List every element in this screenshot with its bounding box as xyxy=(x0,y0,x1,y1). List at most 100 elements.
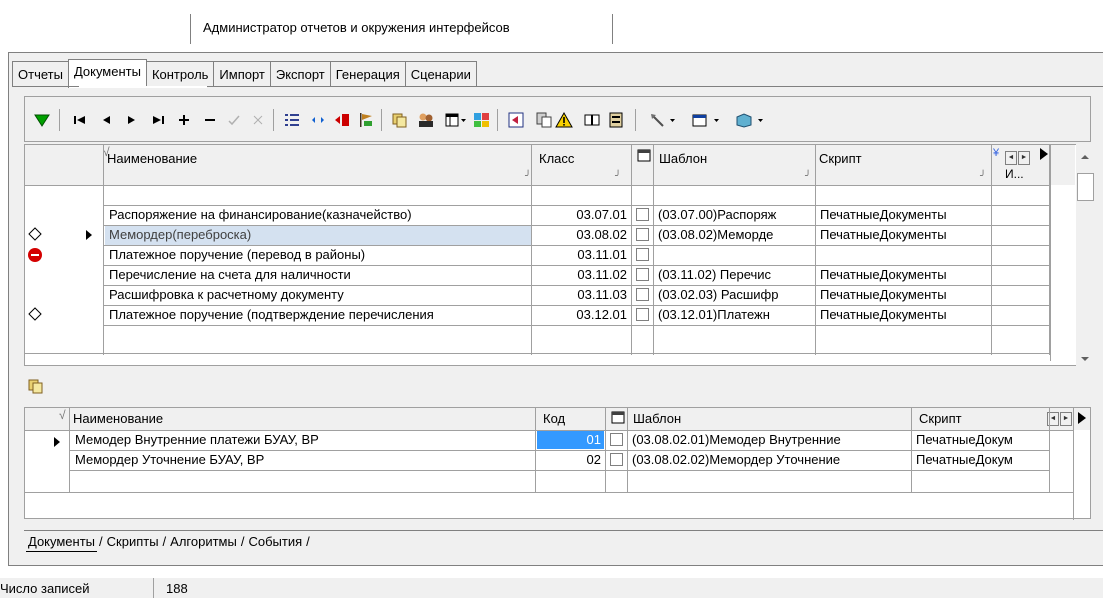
cell-code[interactable]: 01 xyxy=(536,430,605,450)
row-checkbox[interactable] xyxy=(610,433,623,446)
status-divider xyxy=(153,578,154,598)
sort-mark-icon: ╯ xyxy=(805,171,812,182)
row-checkbox[interactable] xyxy=(636,248,649,261)
colors-icon[interactable] xyxy=(471,109,493,131)
import-icon[interactable] xyxy=(505,109,527,131)
cell-code: 02 xyxy=(586,452,601,467)
tab-reports[interactable]: Отчеты xyxy=(12,61,69,87)
grid-divider xyxy=(1050,145,1051,361)
cell-name: Мемодер Внутренние платежи БУАУ, ВР xyxy=(75,432,319,447)
next-record-icon[interactable] xyxy=(121,109,143,131)
cell-template: (03.12.01)Платежн xyxy=(658,307,770,322)
row-checkbox[interactable] xyxy=(636,228,649,241)
toolbar-separator xyxy=(59,109,60,131)
col-line xyxy=(991,145,992,355)
header-class[interactable]: Класс xyxy=(535,149,625,169)
header-name[interactable]: Наименование xyxy=(69,409,529,429)
tab-generation[interactable]: Генерация xyxy=(329,61,406,87)
bottom-tabs-line xyxy=(24,530,1103,531)
header-script[interactable]: Скрипт xyxy=(915,409,1005,429)
cell-script: ПечатныеДокументы xyxy=(820,307,947,322)
tab-events[interactable]: События xyxy=(246,532,304,551)
exit-icon[interactable] xyxy=(331,109,353,131)
cell-template: (03.08.02.02)Мемордер Уточнение xyxy=(632,452,841,467)
cell-name: Платежное поручение (перевод в районы) xyxy=(109,247,366,262)
row-checkbox[interactable] xyxy=(610,453,623,466)
row-line xyxy=(25,492,1073,493)
cube-dropdown-icon[interactable] xyxy=(733,109,769,131)
row-checkbox[interactable] xyxy=(636,308,649,321)
tab-scenarios[interactable]: Сценарии xyxy=(404,61,477,87)
row-line xyxy=(69,470,1049,471)
col-line xyxy=(1049,408,1050,492)
prev-record-icon[interactable] xyxy=(95,109,117,131)
first-record-icon[interactable] xyxy=(69,109,91,131)
cell-name: Мемордер Уточнение БУАУ, ВР xyxy=(75,452,265,467)
tab-documents[interactable]: Документы xyxy=(67,59,147,88)
row-checkbox[interactable] xyxy=(636,288,649,301)
archive-icon[interactable] xyxy=(605,109,627,131)
tab-algorithms[interactable]: Алгоритмы xyxy=(168,532,239,551)
scroll-right-button[interactable]: ► xyxy=(1018,151,1030,165)
scrollbar-thumb[interactable] xyxy=(1077,173,1094,201)
toolbar-separator xyxy=(381,109,382,131)
filter-icon[interactable] xyxy=(31,109,53,131)
tab-documents-bottom[interactable]: Документы xyxy=(26,532,98,552)
record-count: 188 xyxy=(166,581,188,596)
scroll-right-button[interactable]: ► xyxy=(1060,412,1072,426)
cell-name: Мемордер(переброска) xyxy=(109,227,252,242)
cell-class: 03.11.01 xyxy=(577,247,627,262)
status-bar: Число записей 188 xyxy=(0,578,1103,598)
cell-name: Платежное поручение (подтверждение переч… xyxy=(109,307,434,322)
table-dropdown-icon[interactable] xyxy=(445,109,467,131)
expand-chevron-icon[interactable]: ¥ xyxy=(993,147,999,159)
link-icon[interactable] xyxy=(307,109,329,131)
cell-class: 03.11.03 xyxy=(577,287,627,302)
subdocuments-grid: √ Наименование Код Шаблон Скрипт ◄ ► Мем… xyxy=(24,407,1091,520)
cancel-icon[interactable] xyxy=(247,109,269,131)
copy-icon[interactable] xyxy=(389,109,411,131)
edit-marker-icon xyxy=(27,227,43,244)
flag-icon[interactable] xyxy=(355,109,377,131)
row-checkbox[interactable] xyxy=(636,268,649,281)
tab-export[interactable]: Экспорт xyxy=(269,61,331,87)
book-icon[interactable] xyxy=(581,109,603,131)
active-tab-gap xyxy=(79,86,207,88)
scroll-up-icon[interactable] xyxy=(1080,148,1090,163)
warning-icon[interactable] xyxy=(553,109,575,131)
sort-mark-icon: ╯ xyxy=(615,171,622,182)
scroll-down-icon[interactable] xyxy=(1080,350,1090,365)
column-menu-icon[interactable] xyxy=(1039,147,1049,164)
cell-class: 03.12.01 xyxy=(576,307,627,322)
header-script[interactable]: Скрипт xyxy=(815,149,985,169)
tab-import[interactable]: Импорт xyxy=(213,61,271,87)
documents-grid: √ Наименование Класс Шаблон Скрипт ¥ ◄ ►… xyxy=(24,144,1091,366)
col-line xyxy=(1073,408,1074,520)
last-record-icon[interactable] xyxy=(147,109,169,131)
users-icon[interactable] xyxy=(415,109,437,131)
tab-control[interactable]: Контроль xyxy=(145,61,215,87)
cell-template: (03.08.02)Меморде xyxy=(658,227,774,242)
cell-name: Расшифровка к расчетному документу xyxy=(109,287,344,302)
tools-dropdown-icon[interactable] xyxy=(647,109,681,131)
properties-dropdown-icon[interactable] xyxy=(689,109,725,131)
add-icon[interactable] xyxy=(173,109,195,131)
row-checkbox[interactable] xyxy=(636,208,649,221)
main-tabs: Отчеты Документы Контроль Импорт Экспорт… xyxy=(12,59,477,88)
scroll-left-button[interactable]: ◄ xyxy=(1005,151,1017,165)
cell-template: (03.02.03) Расшифр xyxy=(658,287,779,302)
header-code[interactable]: Код xyxy=(539,409,599,429)
header-name[interactable]: Наименование xyxy=(103,149,533,169)
col-line xyxy=(103,145,104,355)
column-menu-icon[interactable] xyxy=(1077,411,1087,428)
row-line xyxy=(25,353,1050,354)
tab-scripts[interactable]: Скрипты xyxy=(105,532,161,551)
paste-icon[interactable] xyxy=(533,109,555,131)
delete-icon[interactable] xyxy=(199,109,221,131)
cell-script: ПечатныеДокументы xyxy=(820,227,947,242)
header-template[interactable]: Шаблон xyxy=(655,149,815,169)
list-icon[interactable] xyxy=(281,109,303,131)
cell-script: ПечатныеДокументы xyxy=(820,267,947,282)
post-icon[interactable] xyxy=(223,109,245,131)
header-template[interactable]: Шаблон xyxy=(629,409,909,429)
